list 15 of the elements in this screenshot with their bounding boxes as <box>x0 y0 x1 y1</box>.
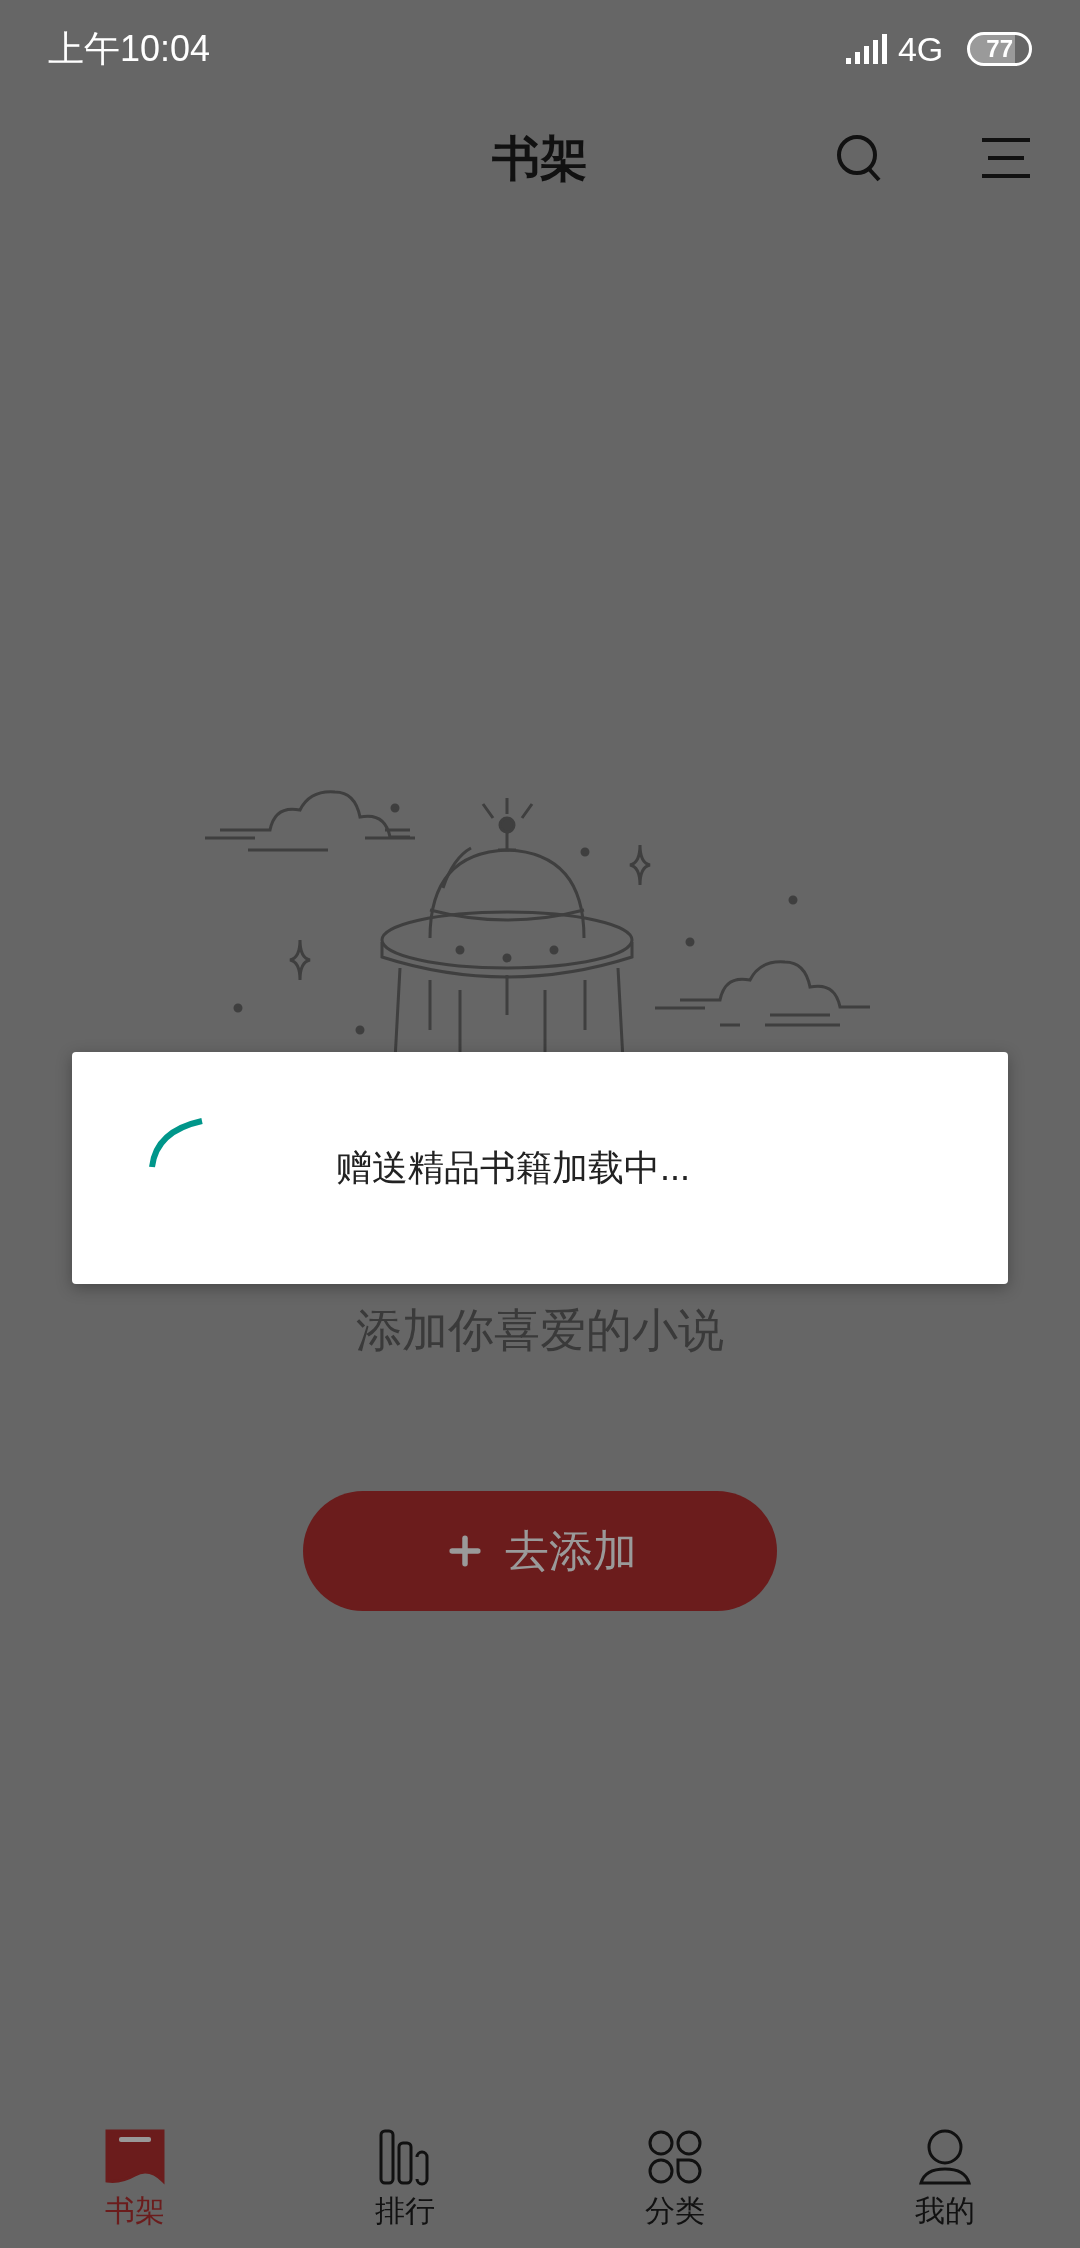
bookmark-icon <box>105 2127 165 2187</box>
page-title: 书架 <box>492 129 588 188</box>
status-time: 上午10:04 <box>48 27 211 71</box>
add-button[interactable]: 去添加 <box>303 1491 777 1611</box>
signal-icon <box>845 34 888 64</box>
network-type: 4G <box>897 28 944 70</box>
loading-spinner-icon <box>148 1117 204 1169</box>
tab-item[interactable]: 排行 <box>270 2127 540 2229</box>
tab-item[interactable]: 我的 <box>810 2127 1080 2229</box>
tab-item[interactable]: 分类 <box>540 2127 810 2229</box>
loading-message: 赠送精品书籍加载中... <box>336 1146 690 1190</box>
menu-icon[interactable] <box>982 138 1030 178</box>
search-icon[interactable] <box>836 134 882 182</box>
battery-indicator: 77 <box>967 32 1032 66</box>
tab-item[interactable]: 书架 <box>0 2127 270 2229</box>
